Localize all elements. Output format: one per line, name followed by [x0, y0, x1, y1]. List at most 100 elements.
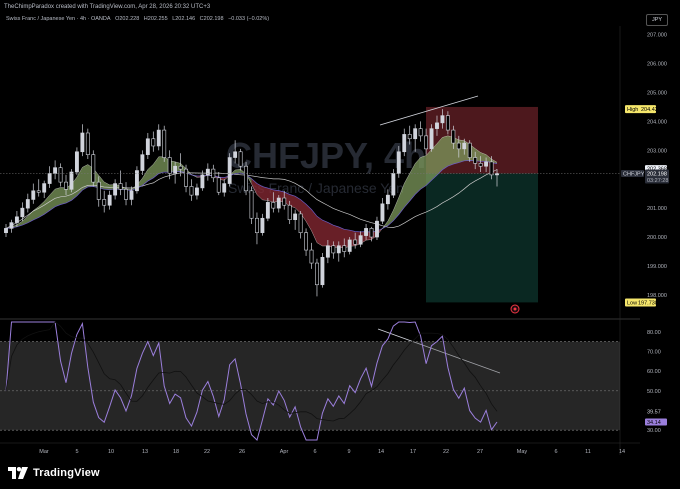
candle[interactable] — [107, 190, 112, 210]
candle[interactable] — [293, 209, 298, 230]
candle[interactable] — [9, 219, 14, 233]
candle[interactable] — [85, 128, 90, 159]
candle[interactable] — [118, 170, 123, 196]
time-tick-label: 22 — [204, 449, 210, 455]
bearish-candle-body — [304, 232, 308, 251]
candle[interactable] — [320, 252, 325, 288]
bar-countdown: 03:27:28 — [647, 178, 668, 184]
candle[interactable] — [227, 153, 232, 187]
candle[interactable] — [244, 161, 248, 196]
position-close-icon[interactable] — [510, 304, 520, 314]
time-tick-label: 10 — [108, 449, 114, 455]
candle[interactable] — [304, 228, 308, 256]
bullish-candle-body — [293, 213, 298, 221]
candle[interactable] — [134, 166, 139, 194]
candle[interactable] — [265, 198, 270, 222]
candle[interactable] — [47, 166, 52, 188]
candle[interactable] — [4, 224, 8, 238]
candle[interactable] — [195, 183, 199, 200]
time-tick-label: 18 — [173, 449, 179, 455]
candle[interactable] — [162, 125, 167, 162]
bearish-candle-body — [189, 186, 194, 196]
candle[interactable] — [124, 182, 128, 206]
low-badge: Low 197.738 — [625, 298, 658, 307]
bullish-candle-body — [484, 161, 489, 167]
time-tick-label: Mar — [39, 449, 49, 455]
candle[interactable] — [298, 211, 303, 239]
high-badge-value: 204.426 — [641, 107, 661, 113]
candle[interactable] — [255, 212, 259, 245]
bullish-candle-body — [380, 203, 385, 222]
bullish-candle-body — [20, 207, 25, 218]
bearish-candle-body — [184, 168, 188, 187]
candle[interactable] — [91, 150, 96, 187]
bearish-candle-body — [424, 135, 429, 150]
bearish-candle-body — [216, 177, 221, 193]
candle[interactable] — [42, 180, 47, 199]
take-profit-zone[interactable] — [426, 173, 538, 303]
bullish-candle-body — [391, 173, 396, 196]
rsi-tick-label: 80.00 — [647, 330, 661, 336]
candle[interactable] — [31, 183, 36, 204]
bearish-candle-body — [91, 154, 96, 183]
bullish-candle-body — [260, 217, 265, 234]
time-tick-label: 27 — [477, 449, 483, 455]
bearish-candle-body — [331, 245, 336, 254]
candle[interactable] — [309, 242, 314, 269]
bullish-candle-body — [69, 171, 74, 190]
bullish-candle-body — [325, 245, 330, 258]
bullish-candle-body — [4, 228, 8, 234]
candle[interactable] — [216, 172, 221, 196]
bullish-candle-body — [42, 183, 47, 193]
bullish-candle-body — [336, 245, 341, 254]
candle[interactable] — [53, 160, 58, 180]
candle[interactable] — [151, 131, 156, 152]
candle[interactable] — [189, 179, 194, 201]
candle[interactable] — [36, 179, 41, 197]
bullish-candle-body — [358, 235, 363, 245]
tradingview-brand: TradingView — [33, 467, 100, 479]
bearish-candle-body — [249, 190, 254, 219]
candle[interactable] — [380, 198, 385, 225]
candle[interactable] — [80, 124, 85, 157]
candle[interactable] — [205, 163, 210, 181]
candle[interactable] — [140, 150, 145, 175]
candle[interactable] — [375, 216, 379, 240]
candle[interactable] — [184, 164, 188, 193]
candle[interactable] — [276, 195, 281, 213]
price-tick-label: 199.000 — [647, 264, 667, 270]
candle[interactable] — [145, 132, 150, 159]
bullish-candle-body — [265, 202, 270, 219]
time-tick-label: 9 — [347, 449, 350, 455]
bearish-candle-body — [298, 213, 303, 234]
candle[interactable] — [315, 258, 319, 297]
candle[interactable] — [74, 147, 79, 175]
low-badge-value: 197.738 — [638, 300, 658, 306]
bearish-candle-body — [369, 228, 374, 238]
candle[interactable] — [102, 190, 107, 213]
candle[interactable] — [113, 179, 118, 200]
candle[interactable] — [249, 186, 254, 225]
candle[interactable] — [347, 237, 352, 255]
candle[interactable] — [58, 163, 63, 187]
bearish-candle-body — [445, 115, 450, 131]
candle[interactable] — [402, 128, 407, 157]
price-chart[interactable]: CHFJPY, 4h Swiss Franc / Japanese Yen 20… — [0, 0, 680, 489]
rsi-value-badge: 34.14 — [645, 418, 667, 426]
candle[interactable] — [25, 193, 30, 213]
bullish-candle-body — [402, 134, 407, 153]
candle[interactable] — [429, 124, 434, 152]
time-tick-label: 22 — [443, 449, 449, 455]
candle[interactable] — [260, 213, 265, 236]
candle[interactable] — [222, 179, 227, 197]
time-tick-label: 6 — [313, 449, 316, 455]
bullish-candle-body — [113, 183, 118, 196]
bearish-candle-body — [238, 151, 243, 167]
bearish-candle-body — [353, 239, 358, 245]
bullish-candle-body — [320, 256, 325, 286]
bearish-candle-body — [478, 163, 483, 167]
tradingview-logo[interactable]: TradingView — [8, 467, 100, 479]
candle[interactable] — [69, 169, 74, 193]
candle[interactable] — [156, 124, 161, 151]
chart-page: TheChimpParadox created with TradingView… — [0, 0, 680, 489]
